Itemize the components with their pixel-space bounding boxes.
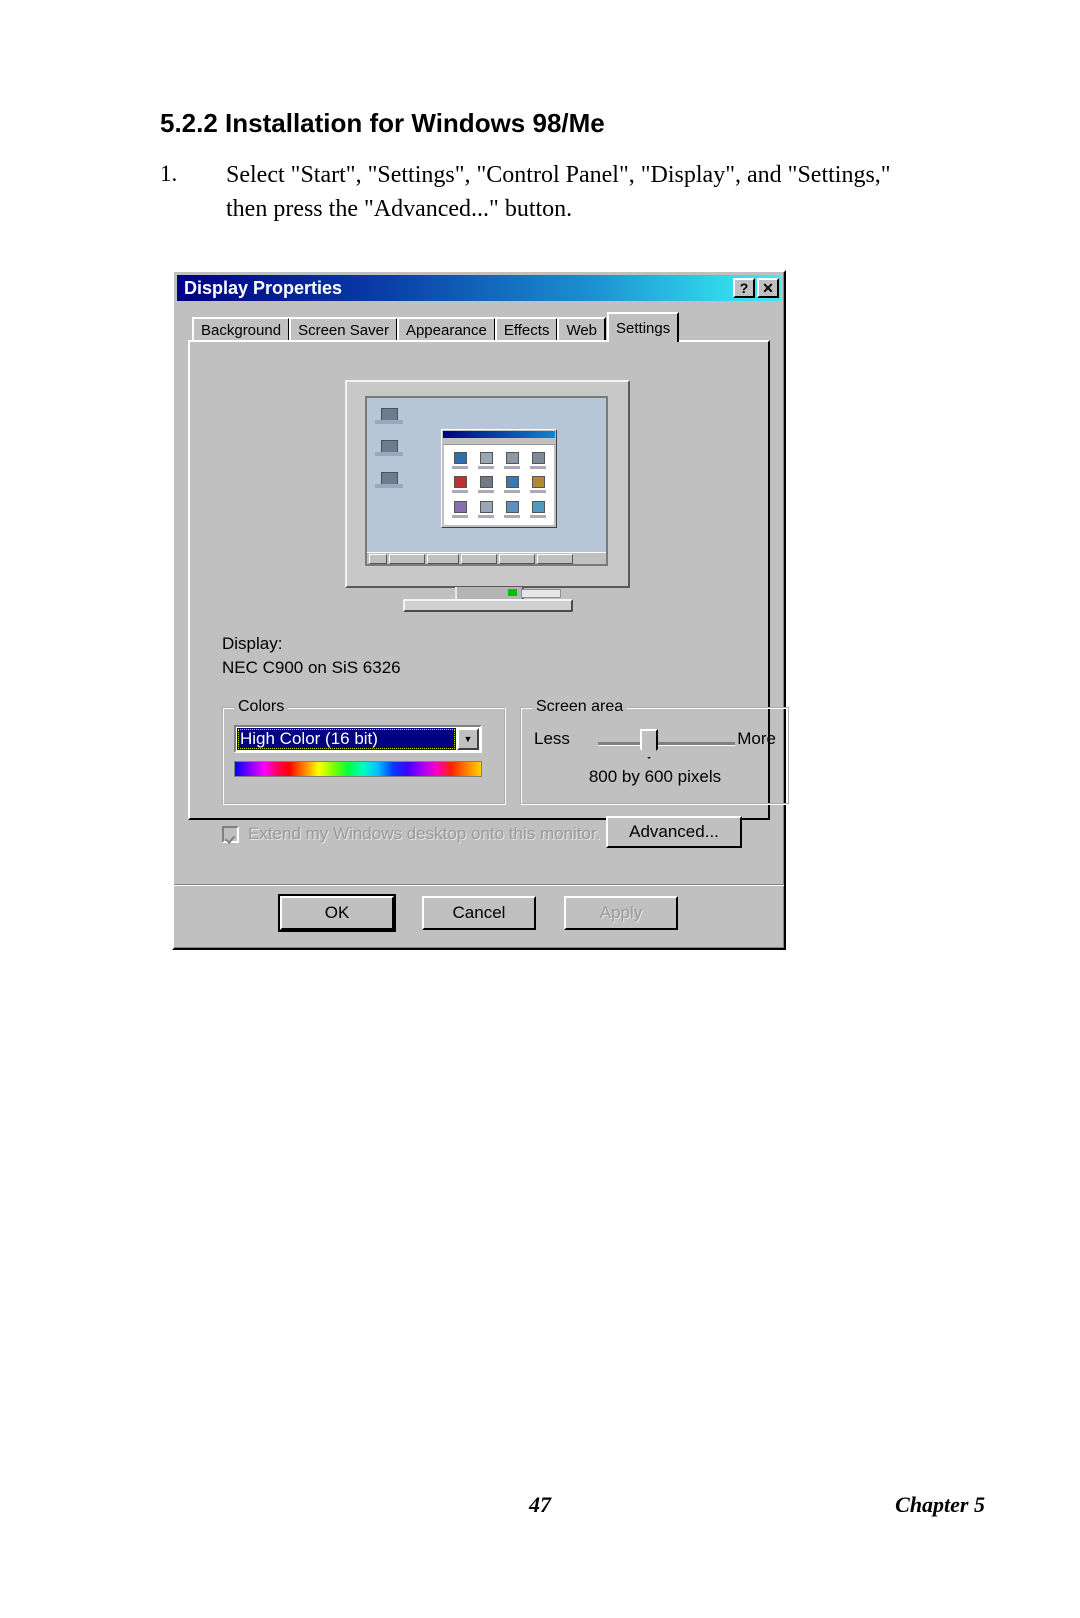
apply-button-label: Apply <box>599 903 643 922</box>
preview-icon <box>499 473 525 498</box>
preview-icon <box>525 497 551 522</box>
step-text: Select "Start", "Settings", "Control Pan… <box>226 162 891 223</box>
close-icon[interactable]: ✕ <box>757 278 779 298</box>
settings-tab-panel: Display: NEC C900 on SiS 6326 Colors Hig… <box>188 340 790 848</box>
dialog-title: Display Properties <box>184 277 343 298</box>
display-properties-dialog: Display Properties ? ✕ Background Screen… <box>172 270 790 950</box>
color-depth-dropdown[interactable]: High Color (16 bit) ▼ <box>234 725 482 753</box>
help-icon[interactable]: ? <box>733 278 755 298</box>
preview-taskbar <box>367 552 606 564</box>
resolution-slider-track[interactable] <box>598 742 735 746</box>
tab-web[interactable]: Web <box>557 317 607 342</box>
preview-icon <box>447 473 473 498</box>
desktop-icon-network <box>375 472 403 488</box>
colors-group-legend: Colors <box>234 698 289 716</box>
preview-icon <box>473 448 499 473</box>
document-page: 5.2.2 Installation for Windows 98/Me 1. … <box>0 0 1080 1618</box>
chevron-down-icon[interactable]: ▼ <box>457 728 479 750</box>
cancel-button-label: Cancel <box>452 903 506 922</box>
titlebar-button-group: ? ✕ <box>733 278 781 298</box>
display-label: Display: <box>222 634 283 653</box>
step-number: 1. <box>160 161 178 186</box>
tab-appearance[interactable]: Appearance <box>396 317 496 342</box>
monitor-control-slot <box>521 589 561 598</box>
advanced-button-label: Advanced... <box>629 822 719 841</box>
display-adapter-value: NEC C900 on SiS 6326 <box>222 658 401 677</box>
tab-strip: Background Screen Saver Appearance Effec… <box>192 312 766 342</box>
advanced-button[interactable]: Advanced... <box>606 816 742 848</box>
screen-area-group: Screen area Less More 800 by 600 pixels <box>520 698 790 805</box>
monitor-base <box>403 599 573 612</box>
preview-icon <box>499 448 525 473</box>
cancel-button[interactable]: Cancel <box>422 896 536 930</box>
color-spectrum-strip <box>234 761 482 777</box>
preview-icon <box>447 448 473 473</box>
power-led-icon <box>508 589 517 596</box>
extend-desktop-checkbox[interactable] <box>222 825 239 843</box>
monitor-case <box>345 380 630 588</box>
apply-button[interactable]: Apply <box>564 896 678 930</box>
instruction-step: 1. Select "Start", "Settings", "Control … <box>160 158 905 226</box>
extend-desktop-label: Extend my Windows desktop onto this moni… <box>248 824 601 843</box>
button-row-separator <box>174 884 784 886</box>
tab-settings[interactable]: Settings <box>607 312 680 342</box>
colors-group: Colors High Color (16 bit) ▼ <box>222 698 506 805</box>
preview-window-titlebar <box>443 431 555 438</box>
monitor-screen <box>365 396 608 566</box>
preview-window <box>441 429 557 528</box>
desktop-icon-my-documents <box>375 440 403 456</box>
preview-icon <box>473 473 499 498</box>
screen-area-group-legend: Screen area <box>532 698 628 716</box>
color-depth-value: High Color (16 bit) <box>237 728 456 750</box>
footer-chapter-label: Chapter 5 <box>895 1492 985 1517</box>
preview-window-icon-grid <box>444 445 554 525</box>
preview-icon <box>525 448 551 473</box>
tab-effects[interactable]: Effects <box>494 317 559 342</box>
ok-button-label: OK <box>324 903 350 922</box>
dialog-titlebar[interactable]: Display Properties ? ✕ <box>177 275 781 301</box>
resolution-value: 800 by 600 pixels <box>588 767 722 786</box>
preview-icon <box>499 497 525 522</box>
dialog-button-row: OK Cancel Apply <box>174 894 784 932</box>
monitor-preview <box>345 380 630 615</box>
preview-icon <box>473 497 499 522</box>
ok-button[interactable]: OK <box>278 894 396 932</box>
tab-screen-saver[interactable]: Screen Saver <box>289 317 398 342</box>
extend-desktop-row[interactable]: Extend my Windows desktop onto this moni… <box>222 824 600 844</box>
desktop-icon-my-computer <box>375 408 403 424</box>
slider-more-label: More <box>737 729 776 748</box>
resolution-slider-thumb[interactable] <box>640 729 658 759</box>
page-heading: 5.2.2 Installation for Windows 98/Me <box>160 108 605 138</box>
preview-icon <box>525 473 551 498</box>
tab-background[interactable]: Background <box>192 317 291 342</box>
slider-less-label: Less <box>534 729 570 748</box>
preview-desktop <box>367 398 606 564</box>
preview-icon <box>447 497 473 522</box>
